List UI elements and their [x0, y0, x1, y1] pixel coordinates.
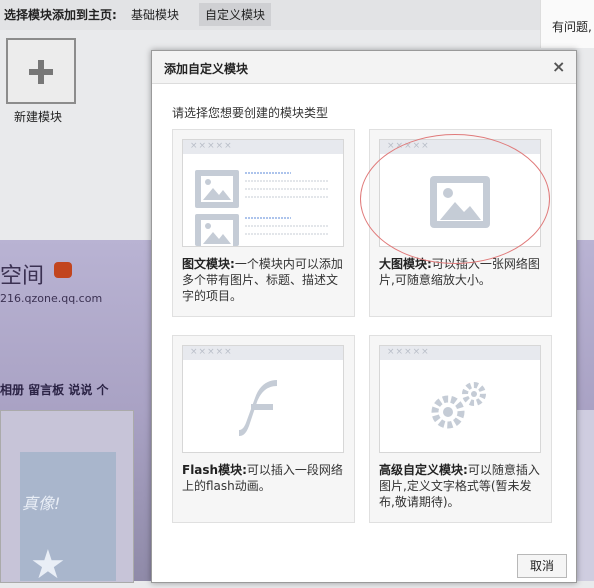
- help-text: 有问题,: [552, 20, 592, 34]
- add-custom-module-dialog: 添加自定义模块 × 请选择您想要创建的模块类型 ××××× 图文模块:一个模块内…: [151, 50, 577, 583]
- help-panel[interactable]: 有问题,: [540, 0, 594, 48]
- card-flash-module[interactable]: ××××× Flash模块:可以插入一段网络上的flash动画。: [172, 335, 355, 523]
- space-url: 216.qzone.qq.com: [0, 292, 103, 305]
- right-panel: [575, 410, 594, 581]
- flash-preview: ×××××: [182, 345, 344, 453]
- imagetext-description: 图文模块:一个模块内可以添加多个带有图片、标题、描述文字的项目。: [182, 257, 343, 303]
- star-icon: ★: [30, 542, 66, 588]
- flash-icon: [239, 380, 277, 436]
- module-select-label: 选择模块添加到主页:: [4, 8, 117, 22]
- new-module-label: 新建模块: [14, 110, 63, 124]
- annotation-circle: [360, 134, 550, 264]
- cancel-button[interactable]: 取消: [517, 554, 567, 578]
- space-title: 空间: [0, 264, 45, 289]
- advanced-description: 高级自定义模块:可以随意插入图片,定义文字格式等(暂未发布,敬请期待)。: [379, 463, 540, 509]
- space-nav: 相册 留言板 说说 个: [0, 383, 109, 397]
- gears-icon: [431, 382, 486, 429]
- imagetext-preview: ×××××: [182, 139, 344, 247]
- card-imagetext-module[interactable]: ××××× 图文模块:一个模块内可以添加多个带有图片、标题、描述文字的项目。: [172, 129, 355, 317]
- dialog-title: 添加自定义模块: [164, 62, 249, 76]
- dialog-prompt: 请选择您想要创建的模块类型: [172, 106, 329, 120]
- close-icon[interactable]: ×: [552, 57, 565, 76]
- dialog-header: 添加自定义模块 ×: [152, 51, 576, 84]
- photo-caption: 真像!: [22, 494, 61, 513]
- flash-description: Flash模块:可以插入一段网络上的flash动画。: [182, 463, 343, 493]
- top-bar: 选择模块添加到主页: 基础模块 自定义模块: [0, 0, 594, 30]
- tab-custom-modules[interactable]: 自定义模块: [199, 3, 272, 26]
- plus-icon-vertical: [38, 60, 44, 84]
- tab-basic-modules[interactable]: 基础模块: [131, 6, 179, 23]
- vip-badge-icon: [54, 262, 72, 278]
- card-advanced-module[interactable]: ××××× 高级自定义模块:可以随意插入图片,定义文字格式等(暂未发布,敬请期待…: [369, 335, 552, 523]
- imagetext-preview-icon: [195, 170, 329, 246]
- advanced-preview: ×××××: [379, 345, 541, 453]
- new-module-button[interactable]: [6, 38, 76, 104]
